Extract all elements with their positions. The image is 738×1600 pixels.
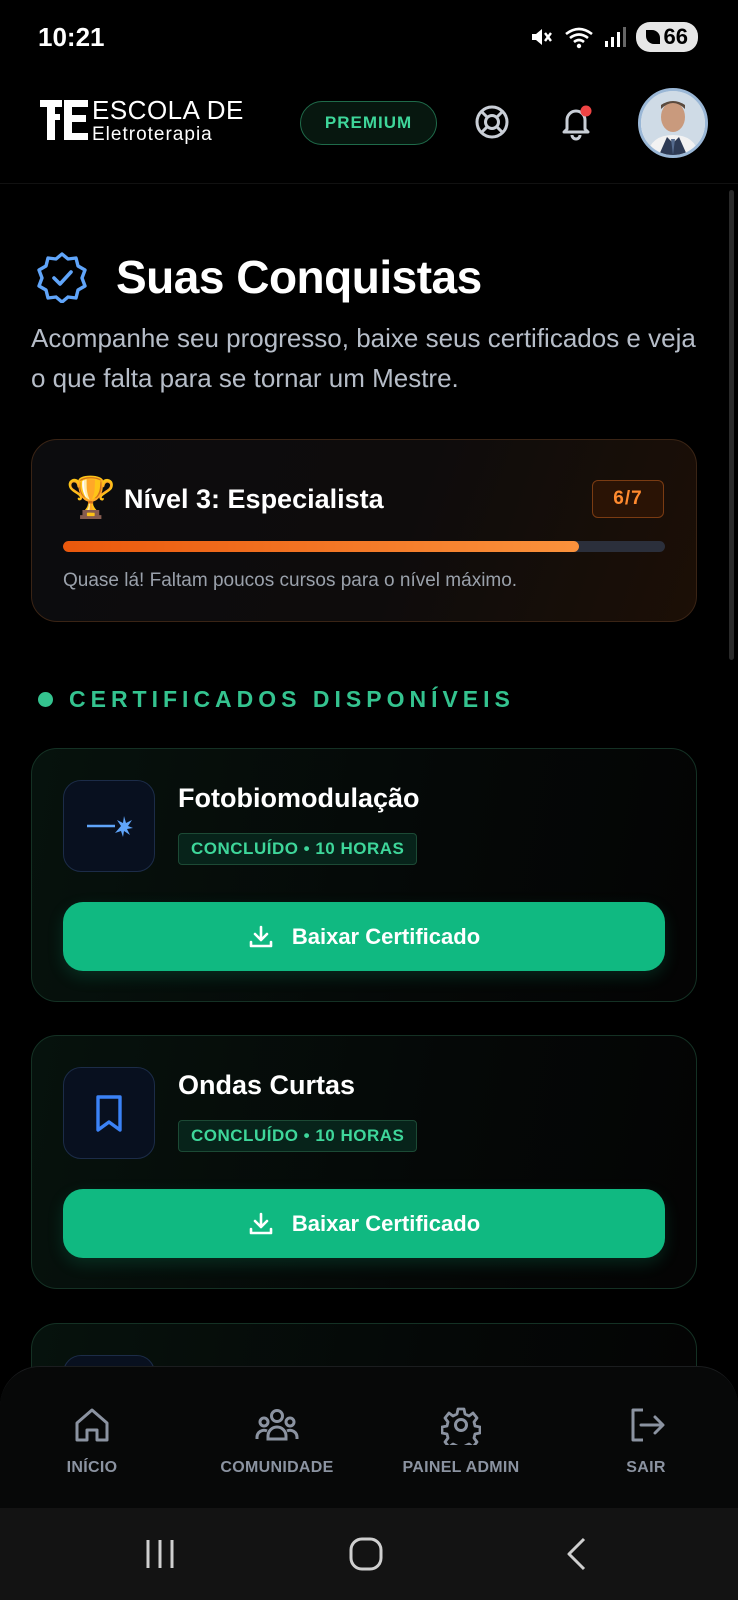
trophy-icon: 🏆 bbox=[66, 476, 116, 520]
users-icon bbox=[255, 1409, 299, 1441]
page-title: Suas Conquistas bbox=[116, 251, 482, 303]
level-hint: Quase lá! Faltam poucos cursos para o ní… bbox=[63, 570, 518, 591]
laser-icon bbox=[87, 816, 133, 837]
status-time: 10:21 bbox=[38, 22, 105, 52]
section-title: CERTIFICADOS DISPONÍVEIS bbox=[69, 686, 515, 712]
scrollbar[interactable] bbox=[729, 190, 734, 660]
book-icon bbox=[96, 1095, 122, 1132]
gear-icon bbox=[441, 1407, 481, 1445]
certificate-card: Fotobiomodulação CONCLUÍDO • 10 HORAS Ba… bbox=[31, 748, 697, 1002]
level-progress-bar bbox=[63, 541, 665, 552]
wifi-icon bbox=[564, 27, 593, 49]
battery-indicator: 66 bbox=[635, 22, 698, 52]
level-title: Nível 3: Especialista bbox=[124, 484, 384, 514]
level-card: 🏆 Nível 3: Especialista 6/7 Quase lá! Fa… bbox=[31, 439, 697, 622]
battery-level: 66 bbox=[663, 24, 688, 49]
nav-item-comunidade[interactable]: COMUNIDADE bbox=[210, 1367, 344, 1509]
mute-icon bbox=[531, 29, 552, 45]
certificate-title: Ondas Curtas bbox=[178, 1070, 356, 1100]
support-icon[interactable] bbox=[472, 102, 512, 142]
app-header: ESCOLA DE Eletroterapia PREMIUM bbox=[0, 80, 738, 184]
certificate-icon-box bbox=[63, 1067, 155, 1159]
logout-icon bbox=[631, 1408, 665, 1442]
nav-item-sair[interactable]: SAIR bbox=[610, 1367, 682, 1509]
user-avatar[interactable] bbox=[638, 88, 708, 158]
system-navigation-bar bbox=[0, 1508, 738, 1600]
nav-label: PAINEL ADMIN bbox=[402, 1459, 520, 1476]
status-icons: 66 bbox=[528, 22, 698, 52]
premium-badge[interactable]: PREMIUM bbox=[300, 101, 437, 145]
certificate-status-badge: CONCLUÍDO • 10 HORAS bbox=[178, 1120, 418, 1152]
download-button-label: Baixar Certificado bbox=[291, 923, 481, 949]
section-dot bbox=[38, 692, 53, 707]
download-certificate-button[interactable]: Baixar Certificado bbox=[63, 902, 665, 971]
nav-label: COMUNIDADE bbox=[220, 1459, 334, 1476]
logo-title: ESCOLA DE bbox=[92, 94, 244, 125]
download-certificate-button[interactable]: Baixar Certificado bbox=[63, 1189, 665, 1258]
section-header: CERTIFICADOS DISPONÍVEIS bbox=[38, 686, 515, 713]
download-icon bbox=[249, 925, 273, 947]
verified-badge-icon bbox=[37, 252, 87, 303]
back-icon[interactable] bbox=[560, 1536, 596, 1572]
signal-icon bbox=[604, 27, 626, 47]
avatar-photo bbox=[641, 91, 705, 155]
logo-subtitle: Eletroterapia bbox=[92, 123, 213, 145]
certificate-icon-box bbox=[63, 780, 155, 872]
nav-item-inicio[interactable]: INÍCIO bbox=[50, 1367, 134, 1509]
battery-saver-icon bbox=[645, 30, 660, 44]
level-count-badge: 6/7 bbox=[592, 480, 664, 518]
page-title-row: Suas Conquistas bbox=[36, 250, 482, 304]
logo-mark-icon bbox=[40, 100, 88, 140]
download-icon bbox=[249, 1212, 273, 1234]
nav-item-painel-admin[interactable]: PAINEL ADMIN bbox=[398, 1367, 524, 1509]
level-progress-fill bbox=[63, 541, 579, 552]
page-subtitle: Acompanhe seu progresso, baixe seus cert… bbox=[31, 323, 696, 393]
certificate-card: Ondas Curtas CONCLUÍDO • 10 HORAS Baixar… bbox=[31, 1035, 697, 1289]
nav-label: INÍCIO bbox=[66, 1459, 118, 1476]
recent-apps-icon[interactable] bbox=[142, 1536, 178, 1572]
home-button-icon[interactable] bbox=[348, 1536, 384, 1572]
nav-label: SAIR bbox=[626, 1459, 666, 1476]
status-bar: 10:21 66 bbox=[0, 0, 738, 80]
notification-bell-icon[interactable] bbox=[556, 102, 596, 142]
logo[interactable]: ESCOLA DE Eletroterapia bbox=[38, 96, 244, 144]
certificate-title: Fotobiomodulação bbox=[178, 783, 420, 813]
bottom-navigation: INÍCIO COMUNIDADE PAINEL ADMIN SAIR bbox=[0, 1366, 738, 1508]
home-icon bbox=[75, 1408, 109, 1442]
certificate-status-badge: CONCLUÍDO • 10 HORAS bbox=[178, 833, 418, 865]
download-button-label: Baixar Certificado bbox=[291, 1210, 481, 1236]
